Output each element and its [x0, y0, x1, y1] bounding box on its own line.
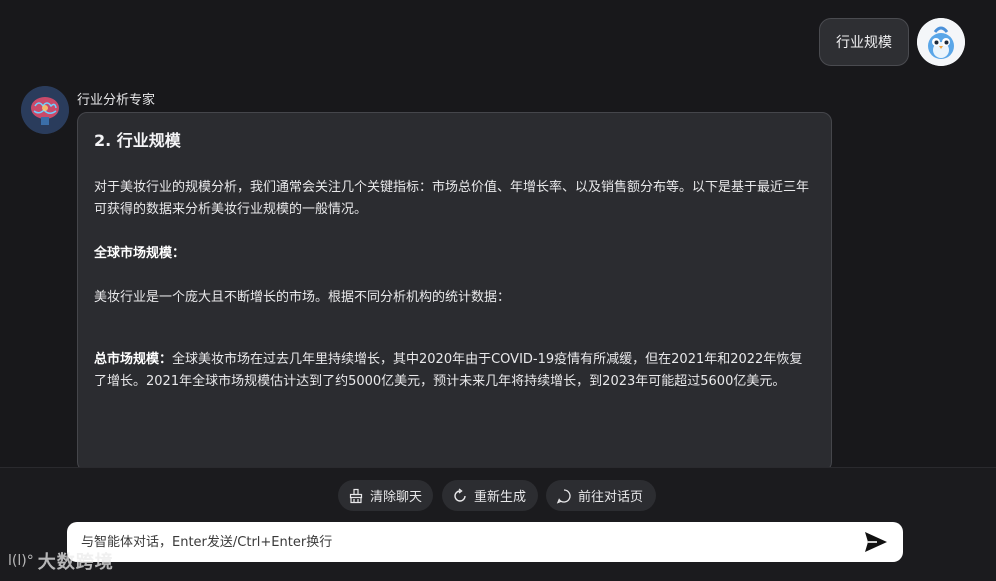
chat-area: 行业规模 行业分析专家 2. 行业规模 对于美妆行业的规模分析，我们通常会关注几… [0, 0, 996, 467]
market-size-text: 全球美妆市场在过去几年里持续增长，其中2020年由于COVID-19疫情有所减缓… [94, 352, 803, 389]
bird-mascot-icon [917, 18, 965, 66]
send-icon [865, 532, 887, 552]
broom-icon [349, 488, 363, 503]
message-heading: 2. 行业规模 [94, 131, 181, 150]
go-to-chat-label: 前往对话页 [578, 490, 644, 505]
regenerate-button[interactable]: 重新生成 [442, 480, 538, 511]
bot-name: 行业分析专家 [77, 93, 156, 108]
refresh-icon [454, 487, 466, 502]
bot-message-card: 2. 行业规模 对于美妆行业的规模分析，我们通常会关注几个关键指标：市场总价值、… [77, 112, 832, 467]
message-intro: 对于美妆行业的规模分析，我们通常会关注几个关键指标：市场总价值、年增长率、以及销… [94, 180, 810, 217]
user-message-bubble: 行业规模 [819, 18, 909, 66]
regenerate-label: 重新生成 [474, 490, 527, 505]
send-button[interactable] [863, 530, 889, 554]
user-avatar [917, 18, 965, 66]
chat-bubble-icon [556, 488, 571, 504]
watermark-text: 大数跨境 [37, 552, 114, 573]
bot-avatar [21, 86, 69, 134]
section-title-text: 全球市场规模： [94, 246, 186, 261]
market-size-label: 总市场规模： [94, 352, 173, 367]
brain-icon [21, 86, 69, 134]
go-to-chat-button[interactable]: 前往对话页 [546, 480, 656, 511]
section-body: 美妆行业是一个庞大且不断增长的市场。根据不同分析机构的统计数据： [94, 290, 511, 305]
clear-chat-button[interactable]: 清除聊天 [338, 480, 433, 511]
user-message-text: 行业规模 [836, 35, 892, 51]
message-input-box [67, 522, 903, 562]
clear-chat-label: 清除聊天 [370, 490, 423, 505]
message-input[interactable] [81, 522, 851, 562]
section-title: 全球市场规模： [94, 243, 815, 265]
watermark-logo: l(l)° [8, 553, 34, 569]
watermark: l(l)° 大数跨境 [8, 548, 114, 574]
market-size-paragraph: 总市场规模：全球美妆市场在过去几年里持续增长，其中2020年由于COVID-19… [94, 349, 815, 393]
